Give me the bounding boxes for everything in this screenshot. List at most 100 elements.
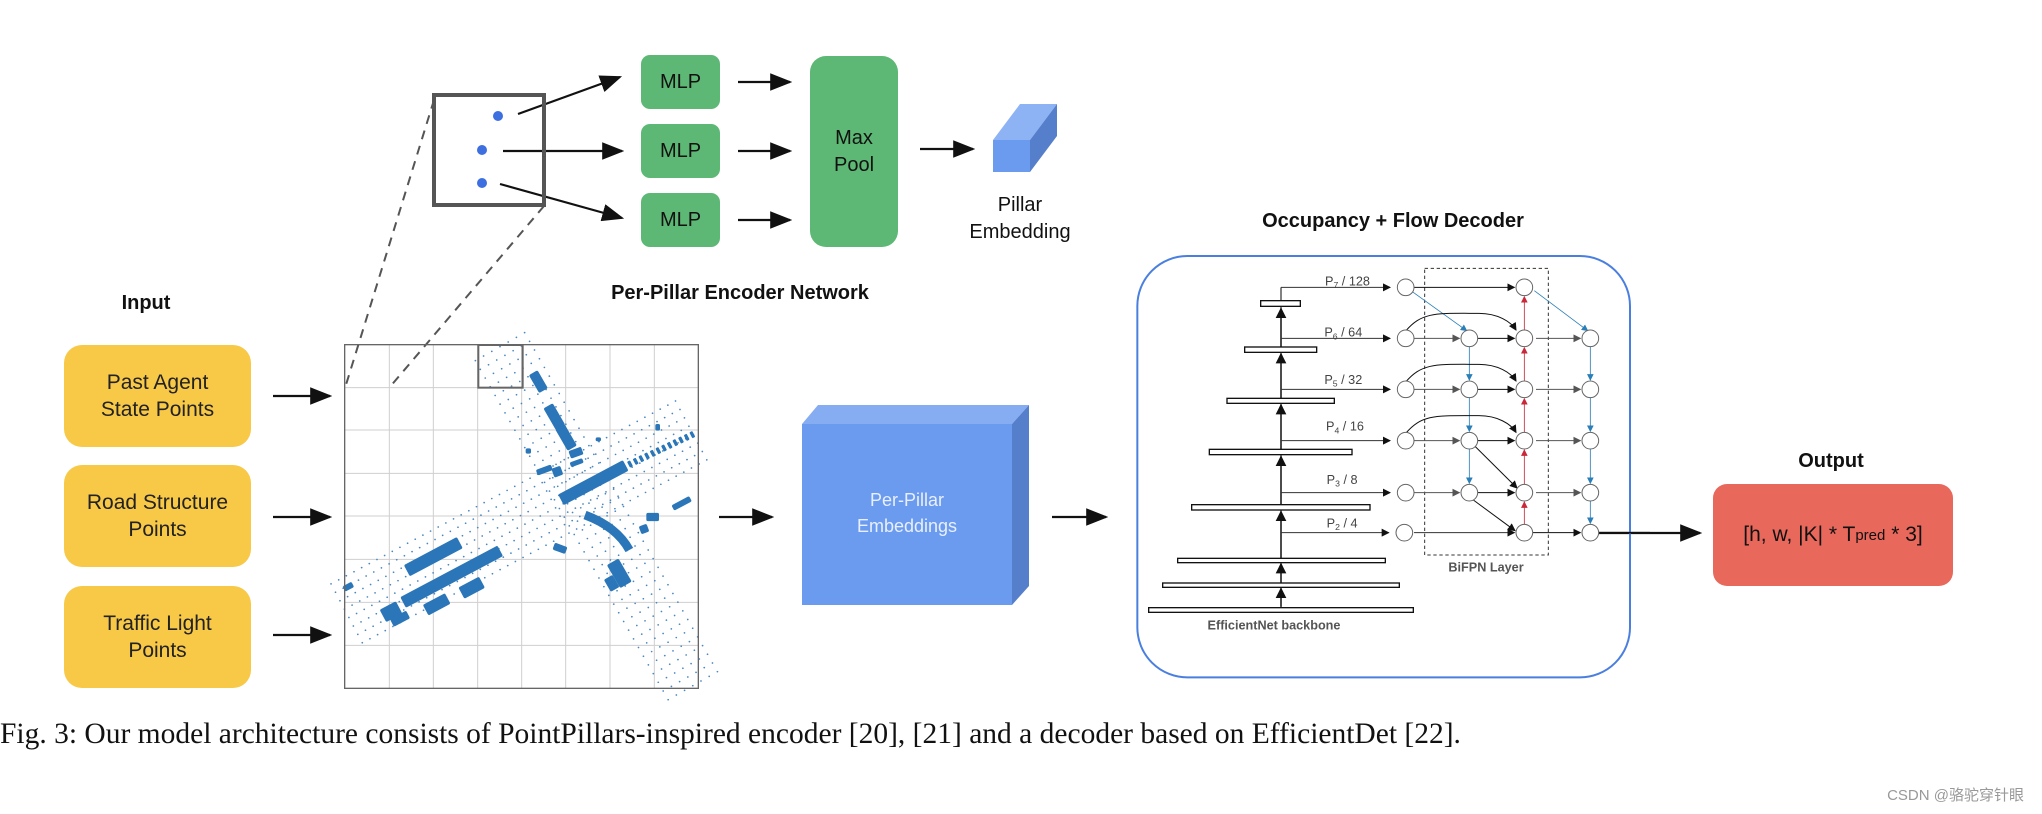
road-point bbox=[480, 514, 482, 516]
road-point bbox=[582, 503, 584, 505]
road-point bbox=[604, 550, 607, 553]
agent-curved-bus bbox=[583, 510, 634, 553]
road-point bbox=[422, 534, 424, 536]
road-point bbox=[642, 597, 645, 600]
road-point bbox=[529, 477, 531, 480]
road-point bbox=[581, 471, 584, 474]
selected-pillar-cell bbox=[477, 344, 524, 389]
road-point bbox=[491, 572, 494, 575]
road-point bbox=[367, 616, 370, 619]
road-point bbox=[603, 585, 605, 588]
road-point bbox=[432, 571, 434, 574]
level-label-p7: P7 / 128 bbox=[1325, 274, 1370, 290]
road-point bbox=[617, 611, 620, 614]
road-point bbox=[607, 537, 610, 539]
road-point bbox=[532, 384, 534, 387]
road-point bbox=[563, 516, 566, 519]
road-point bbox=[506, 489, 508, 492]
road-point bbox=[492, 372, 495, 375]
road-point bbox=[455, 559, 457, 562]
road-point bbox=[683, 416, 686, 419]
road-point bbox=[647, 606, 650, 609]
road-point bbox=[589, 499, 592, 501]
road-point bbox=[599, 541, 602, 544]
road-point bbox=[637, 495, 639, 498]
road-point bbox=[673, 672, 676, 674]
road-point bbox=[665, 437, 667, 440]
road-point bbox=[650, 650, 653, 653]
road-point bbox=[584, 469, 586, 472]
agent-box bbox=[525, 448, 531, 454]
road-point bbox=[515, 336, 518, 339]
road-point bbox=[640, 633, 643, 636]
road-point bbox=[574, 507, 577, 509]
road-point bbox=[522, 502, 525, 505]
road-point bbox=[658, 646, 661, 648]
road-point bbox=[345, 574, 348, 577]
road-point bbox=[652, 672, 655, 675]
road-point bbox=[537, 450, 539, 453]
road-point bbox=[391, 550, 394, 553]
road-point bbox=[700, 680, 702, 682]
road-point bbox=[550, 498, 552, 501]
road-point bbox=[545, 544, 547, 547]
road-point bbox=[389, 583, 392, 586]
road-point bbox=[504, 411, 506, 414]
road-point bbox=[593, 568, 595, 571]
connector-layer bbox=[273, 73, 1703, 644]
road-point bbox=[630, 558, 633, 561]
road-point bbox=[464, 522, 467, 525]
road-point bbox=[681, 609, 684, 612]
road-point bbox=[680, 429, 683, 432]
road-point bbox=[625, 437, 628, 439]
bifpn-node bbox=[1515, 380, 1534, 399]
road-point bbox=[708, 675, 711, 678]
road-point bbox=[526, 489, 528, 492]
road-point bbox=[518, 493, 521, 496]
road-point bbox=[452, 518, 455, 520]
road-point bbox=[393, 592, 396, 595]
road-point bbox=[638, 462, 641, 464]
road-point bbox=[566, 511, 569, 514]
road-point bbox=[597, 495, 600, 497]
road-point bbox=[628, 478, 630, 481]
efficientnet-backbone-label: EfficientNet backbone bbox=[1208, 618, 1341, 632]
road-point bbox=[433, 592, 436, 595]
road-point bbox=[594, 533, 597, 535]
backbone-stage bbox=[1260, 300, 1301, 307]
road-point bbox=[527, 375, 529, 378]
road-point bbox=[352, 625, 355, 627]
road-point bbox=[670, 685, 673, 688]
road-point bbox=[513, 539, 515, 542]
bifpn-node bbox=[1395, 523, 1414, 542]
road-point bbox=[518, 380, 521, 383]
road-point bbox=[672, 650, 674, 652]
bifpn-node bbox=[1396, 380, 1415, 399]
road-point bbox=[716, 670, 719, 673]
road-point bbox=[632, 523, 635, 525]
road-point bbox=[645, 584, 648, 587]
road-point bbox=[363, 608, 366, 611]
road-point bbox=[587, 457, 589, 460]
edge-top-down bbox=[1534, 290, 1589, 332]
road-point bbox=[686, 458, 688, 461]
road-point bbox=[588, 502, 590, 505]
backbone-stage bbox=[1226, 397, 1335, 404]
road-point bbox=[614, 507, 616, 510]
road-point bbox=[368, 562, 371, 565]
road-point bbox=[537, 548, 540, 551]
road-point bbox=[513, 485, 516, 488]
road-point bbox=[553, 441, 556, 444]
road-point bbox=[509, 420, 511, 423]
road-point bbox=[401, 588, 404, 590]
agent-box bbox=[666, 441, 673, 449]
backbone-stage bbox=[1191, 504, 1371, 511]
agent-box bbox=[632, 457, 639, 465]
road-point bbox=[554, 506, 557, 509]
road-point bbox=[647, 479, 650, 481]
road-point bbox=[404, 575, 407, 578]
road-point bbox=[657, 441, 660, 444]
road-point bbox=[515, 393, 518, 396]
bifpn-node bbox=[1460, 380, 1479, 399]
road-point bbox=[506, 564, 509, 567]
